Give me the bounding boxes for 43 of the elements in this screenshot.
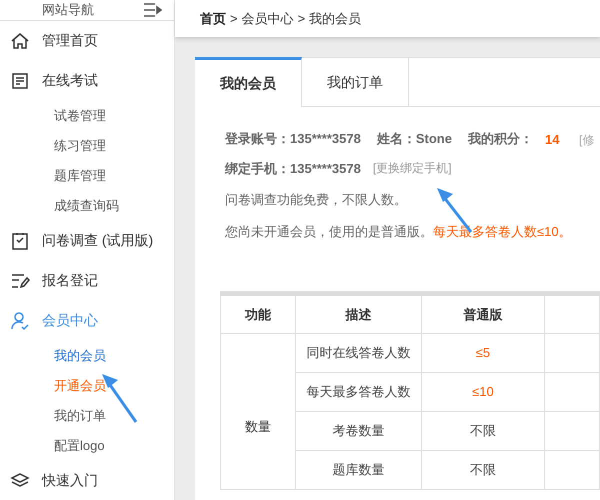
table-cell: 同时在线答卷人数 bbox=[295, 334, 422, 372]
sidebar-item[interactable]: 报名登记 bbox=[0, 260, 174, 300]
user-name: 姓名：Stone bbox=[376, 130, 452, 148]
sidebar-subitem[interactable]: 配置logo bbox=[0, 430, 174, 460]
document-icon bbox=[10, 70, 30, 90]
points-value: 14 bbox=[545, 130, 560, 148]
sidebar-title: 网站导航 bbox=[42, 1, 94, 19]
tab[interactable]: 我的会员 bbox=[195, 57, 302, 107]
tab[interactable]: 我的订单 bbox=[302, 57, 409, 107]
breadcrumb-separator: > bbox=[230, 10, 238, 28]
sidebar-subitem[interactable]: 成绩查询码 bbox=[0, 190, 174, 220]
sidebar-subitem[interactable]: 试卷管理 bbox=[0, 100, 174, 130]
table-header: 描述 bbox=[295, 296, 422, 334]
sidebar-item[interactable]: 在线考试 bbox=[0, 60, 174, 100]
table-cell: 不限 bbox=[422, 450, 544, 490]
sidebar-subitem[interactable]: 练习管理 bbox=[0, 130, 174, 160]
table-cell: 每天最多答卷人数 bbox=[295, 372, 422, 412]
table-cell: ≤5 bbox=[422, 334, 544, 372]
breadcrumb-link[interactable]: 会员中心 bbox=[242, 8, 294, 28]
table-cell: ≤10 bbox=[422, 372, 544, 412]
table-cell: 数量 bbox=[220, 334, 296, 490]
table-cell: 题库数量 bbox=[295, 450, 422, 490]
menu-icon[interactable] bbox=[144, 2, 162, 17]
breadcrumb-link[interactable]: 我的会员 bbox=[309, 8, 362, 28]
sidebar-subitem[interactable]: 我的会员 bbox=[0, 340, 174, 370]
user-icon bbox=[10, 310, 30, 330]
sidebar-item[interactable]: 问卷调查 (试用版) bbox=[0, 220, 174, 260]
notice-text: 问卷调查功能免费，不限人数。 bbox=[225, 191, 408, 209]
login-account: 登录账号：135****3578 bbox=[225, 130, 361, 148]
sidebar-item[interactable]: 快速入门 bbox=[0, 460, 174, 500]
sidebar-subitem[interactable]: 题库管理 bbox=[0, 160, 174, 190]
points-label: 我的积分： bbox=[468, 130, 533, 148]
table-header: 功能 bbox=[220, 296, 296, 334]
bound-phone: 绑定手机：135****3578 bbox=[225, 160, 361, 178]
breadcrumb-link[interactable]: 首页 bbox=[200, 8, 226, 28]
checkbox-icon bbox=[10, 230, 30, 250]
home-icon bbox=[10, 30, 30, 50]
sidebar-subitem[interactable]: 我的订单 bbox=[0, 400, 174, 430]
table-header: 普通版 bbox=[422, 296, 544, 334]
breadcrumb-separator: > bbox=[298, 10, 306, 28]
table-cell: 考卷数量 bbox=[295, 412, 422, 450]
sidebar-item[interactable]: 管理首页 bbox=[0, 20, 174, 60]
table-cell: 不限 bbox=[422, 412, 544, 450]
